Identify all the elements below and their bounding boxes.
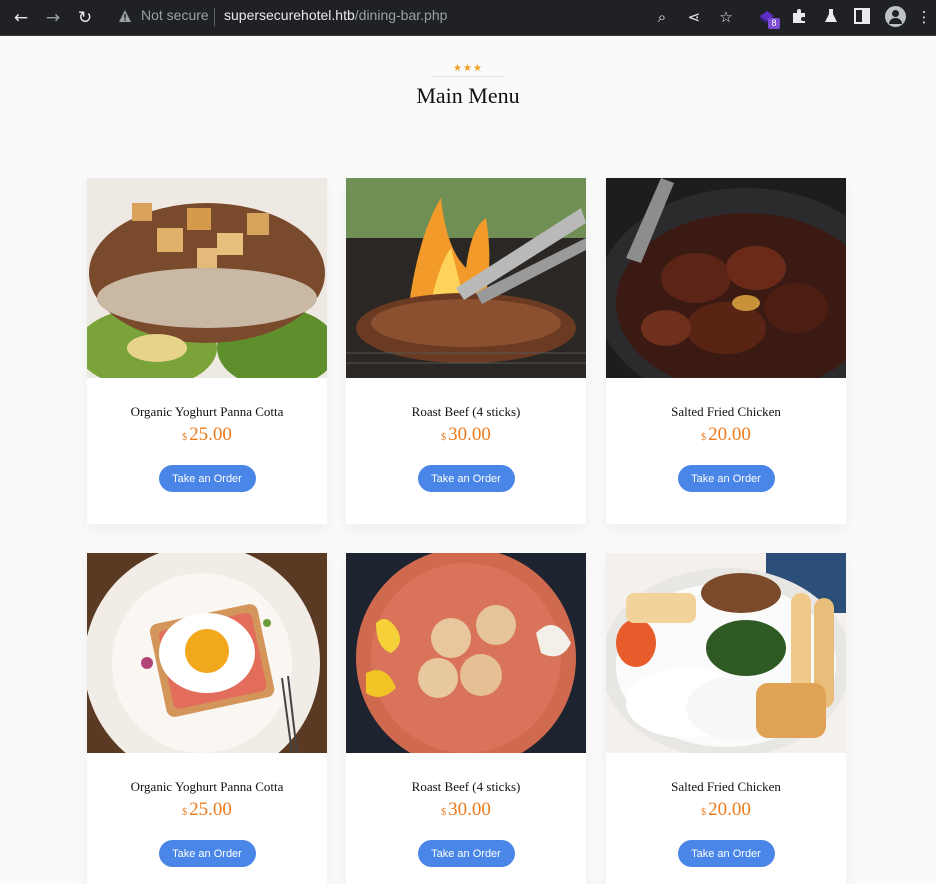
item-price: $20.00	[606, 799, 846, 821]
take-order-button[interactable]: Take an Order	[417, 840, 515, 867]
zoom-icon[interactable]: ⌕	[651, 6, 673, 28]
food-image-breakfast-plate	[606, 553, 846, 753]
extension-badge: 8	[768, 18, 780, 29]
menu-card: Organic Yoghurt Panna Cotta $25.00 Take …	[87, 178, 327, 524]
take-order-button[interactable]: Take an Order	[677, 465, 775, 492]
url-path: /dining-bar.php	[354, 7, 448, 23]
share-icon[interactable]: ⋖	[683, 6, 705, 28]
price-value: 25.00	[189, 799, 232, 820]
price-value: 25.00	[189, 424, 232, 445]
bookmark-star-icon[interactable]: ☆	[715, 6, 737, 28]
lab-flask-icon[interactable]	[822, 7, 840, 25]
currency-symbol: $	[182, 432, 188, 443]
price-value: 20.00	[708, 799, 751, 820]
item-name: Salted Fried Chicken	[671, 404, 781, 419]
item-price: $30.00	[346, 799, 586, 821]
item-name: Roast Beef (4 sticks)	[411, 404, 521, 419]
menu-card: Salted Fried Chicken $20.00 Take an Orde…	[606, 178, 846, 524]
profile-avatar-icon[interactable]	[885, 6, 906, 27]
take-order-button[interactable]: Take an Order	[677, 840, 775, 867]
menu-card: Roast Beef (4 sticks) $30.00 Take an Ord…	[346, 178, 586, 524]
stars-ornament: ★★★	[453, 63, 483, 74]
food-image-cookies-on-plate	[346, 553, 586, 753]
item-price: $25.00	[87, 424, 327, 446]
currency-symbol: $	[701, 807, 707, 818]
price-value: 30.00	[448, 424, 491, 445]
browser-toolbar: ← → ↻ Not secure supersecurehotel.htb/di…	[0, 0, 936, 36]
puzzle-icon[interactable]	[790, 7, 808, 25]
take-order-button[interactable]: Take an Order	[417, 465, 515, 492]
item-price: $25.00	[87, 799, 327, 821]
currency-symbol: $	[441, 807, 447, 818]
food-image-fried-egg-toast	[87, 553, 327, 753]
page-title: Main Menu	[416, 83, 520, 108]
menu-card: Salted Fried Chicken $20.00 Take an Orde…	[606, 553, 846, 884]
food-image-braised-meat-skillet	[606, 178, 846, 378]
menu-card: Organic Yoghurt Panna Cotta $25.00 Take …	[87, 553, 327, 884]
heading-divider	[431, 76, 505, 77]
url-host: supersecurehotel.htb	[224, 7, 355, 23]
back-icon[interactable]: ←	[9, 6, 33, 30]
price-value: 30.00	[448, 799, 491, 820]
menu-header: ★★★ Main Menu	[0, 63, 936, 109]
price-value: 20.00	[708, 424, 751, 445]
url-text[interactable]: supersecurehotel.htb/dining-bar.php	[224, 7, 447, 23]
take-order-button[interactable]: Take an Order	[158, 465, 256, 492]
reload-icon[interactable]: ↻	[73, 6, 97, 30]
take-order-button[interactable]: Take an Order	[158, 840, 256, 867]
currency-symbol: $	[701, 432, 707, 443]
food-image-grilled-steak-flames	[346, 178, 586, 378]
more-menu-icon[interactable]: ⋮	[917, 6, 932, 28]
side-panel-icon[interactable]	[854, 8, 870, 24]
forward-icon[interactable]: →	[41, 6, 65, 30]
menu-card: Roast Beef (4 sticks) $30.00 Take an Ord…	[346, 553, 586, 884]
currency-symbol: $	[441, 432, 447, 443]
omnibox-divider	[214, 8, 215, 26]
item-name: Roast Beef (4 sticks)	[411, 779, 521, 794]
currency-symbol: $	[182, 807, 188, 818]
warning-icon[interactable]	[118, 9, 132, 23]
item-name: Organic Yoghurt Panna Cotta	[130, 404, 284, 419]
item-name: Organic Yoghurt Panna Cotta	[130, 779, 284, 794]
item-price: $20.00	[606, 424, 846, 446]
item-name: Salted Fried Chicken	[671, 779, 781, 794]
security-label[interactable]: Not secure	[141, 7, 209, 23]
item-price: $30.00	[346, 424, 586, 446]
food-image-grilled-pork-chop	[87, 178, 327, 378]
